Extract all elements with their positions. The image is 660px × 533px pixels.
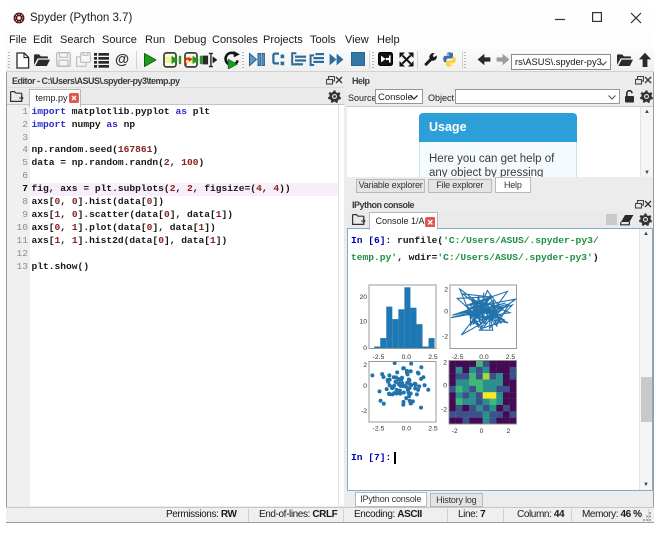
svg-text:-2: -2 — [442, 334, 448, 341]
svg-text:0: 0 — [444, 309, 448, 316]
svg-text:2.5: 2.5 — [428, 426, 438, 433]
svg-text:-2: -2 — [441, 407, 447, 414]
svg-text:-2.5: -2.5 — [373, 426, 385, 433]
svg-text:10: 10 — [359, 319, 367, 326]
svg-text:0: 0 — [443, 383, 447, 390]
svg-text:-2: -2 — [361, 408, 367, 415]
svg-text:0.0: 0.0 — [402, 354, 412, 361]
svg-text:20: 20 — [359, 294, 367, 301]
svg-text:-2.5: -2.5 — [452, 354, 464, 361]
svg-text:0: 0 — [363, 383, 367, 390]
svg-text:0.0: 0.0 — [479, 354, 489, 361]
svg-text:0: 0 — [363, 345, 367, 352]
svg-text:2.5: 2.5 — [506, 354, 516, 361]
svg-text:-2: -2 — [452, 428, 458, 435]
svg-text:2: 2 — [363, 362, 367, 369]
svg-text:2: 2 — [507, 428, 511, 435]
svg-text:0: 0 — [480, 428, 484, 435]
svg-text:0.0: 0.0 — [402, 426, 412, 433]
svg-text:-2.5: -2.5 — [373, 354, 385, 361]
svg-text:2: 2 — [443, 360, 447, 367]
svg-text:2.5: 2.5 — [428, 354, 438, 361]
svg-text:2: 2 — [444, 287, 448, 294]
